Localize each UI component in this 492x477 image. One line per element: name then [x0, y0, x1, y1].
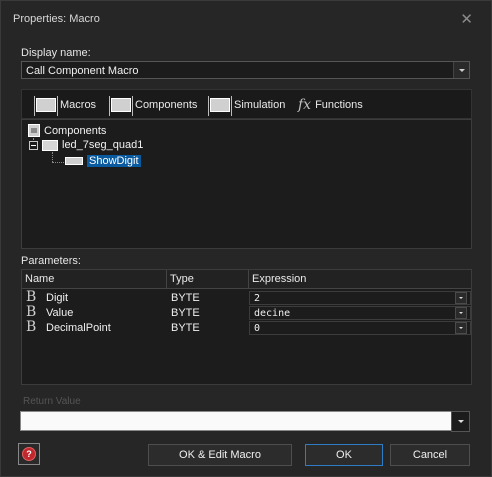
column-header-name[interactable]: Name: [22, 270, 167, 289]
tree-node-led-7seg[interactable]: led_7seg_quad1: [29, 139, 143, 151]
return-value-input[interactable]: [20, 411, 470, 431]
components-icon: [28, 124, 40, 137]
return-value-label: Return Value: [23, 396, 81, 407]
close-icon[interactable]: ✕: [460, 10, 473, 28]
table-row[interactable]: B Value BYTE decine: [22, 304, 471, 321]
column-header-expression[interactable]: Expression: [249, 270, 471, 289]
param-name: Value: [46, 307, 74, 319]
param-type: BYTE: [171, 307, 200, 319]
component-tree[interactable]: Components led_7seg_quad1 ShowDigit: [21, 119, 472, 249]
parameters-label: Parameters:: [21, 255, 81, 267]
chevron-down-icon[interactable]: [451, 411, 470, 432]
expression-field[interactable]: [249, 291, 471, 305]
chevron-down-icon[interactable]: [453, 62, 469, 78]
param-name: Digit: [46, 292, 69, 304]
tab-functions[interactable]: fx Functions: [298, 96, 363, 114]
chevron-down-icon[interactable]: [455, 307, 467, 319]
help-button[interactable]: ?: [18, 443, 40, 465]
display-name-label: Display name:: [21, 47, 91, 59]
chevron-down-icon[interactable]: [455, 322, 467, 334]
byte-type-icon: B: [26, 319, 37, 335]
tab-components[interactable]: Components: [109, 96, 198, 116]
tree-connector: [52, 152, 53, 162]
fx-icon: fx: [298, 97, 312, 113]
tree-connector: [52, 162, 64, 163]
macro-icon: [65, 157, 83, 165]
ok-button[interactable]: OK: [305, 444, 383, 466]
tab-simulation-label: Simulation: [234, 99, 286, 111]
byte-type-icon: B: [26, 289, 37, 305]
display-name-combo[interactable]: Call Component Macro: [21, 61, 470, 79]
param-expression: 0: [254, 323, 261, 334]
properties-macro-dialog: Properties: Macro ✕ Display name: Call C…: [0, 0, 492, 477]
tree-child-label: led_7seg_quad1: [62, 139, 144, 151]
parameters-table: Name Type Expression B Digit BYTE 2 B Va…: [21, 269, 472, 385]
table-row[interactable]: B DecimalPoint BYTE 0: [22, 319, 471, 336]
cancel-button[interactable]: Cancel: [390, 444, 470, 466]
collapse-icon[interactable]: [29, 140, 38, 150]
column-header-type[interactable]: Type: [167, 270, 249, 289]
tab-macros-label: Macros: [60, 99, 97, 111]
ok-edit-macro-button[interactable]: OK & Edit Macro: [148, 444, 292, 466]
tab-functions-label: Functions: [315, 99, 363, 111]
tree-node-components[interactable]: Components: [28, 124, 106, 137]
display-name-value: Call Component Macro: [26, 65, 139, 77]
table-row[interactable]: B Digit BYTE 2: [22, 289, 471, 306]
chip-icon: [34, 96, 58, 116]
byte-type-icon: B: [26, 304, 37, 320]
folder-icon: [42, 139, 58, 151]
param-type: BYTE: [171, 322, 200, 334]
help-icon: ?: [22, 447, 36, 461]
chevron-down-icon[interactable]: [455, 292, 467, 304]
param-type: BYTE: [171, 292, 200, 304]
macro-source-tabs: Macros Components Simulation fx Function…: [21, 89, 472, 119]
param-name: DecimalPoint: [46, 322, 111, 334]
tab-components-label: Components: [135, 99, 198, 111]
tab-simulation[interactable]: Simulation: [208, 96, 286, 116]
tree-leaf-label: ShowDigit: [87, 155, 141, 167]
tree-node-showdigit[interactable]: ShowDigit: [65, 155, 141, 167]
chip-icon: [208, 96, 232, 116]
expression-field[interactable]: [249, 321, 471, 335]
title-bar: Properties: Macro ✕: [1, 1, 491, 37]
tree-root-label: Components: [44, 124, 107, 137]
tab-macros[interactable]: Macros: [34, 96, 97, 116]
window-title: Properties: Macro: [13, 13, 100, 25]
chip-icon: [109, 96, 133, 116]
